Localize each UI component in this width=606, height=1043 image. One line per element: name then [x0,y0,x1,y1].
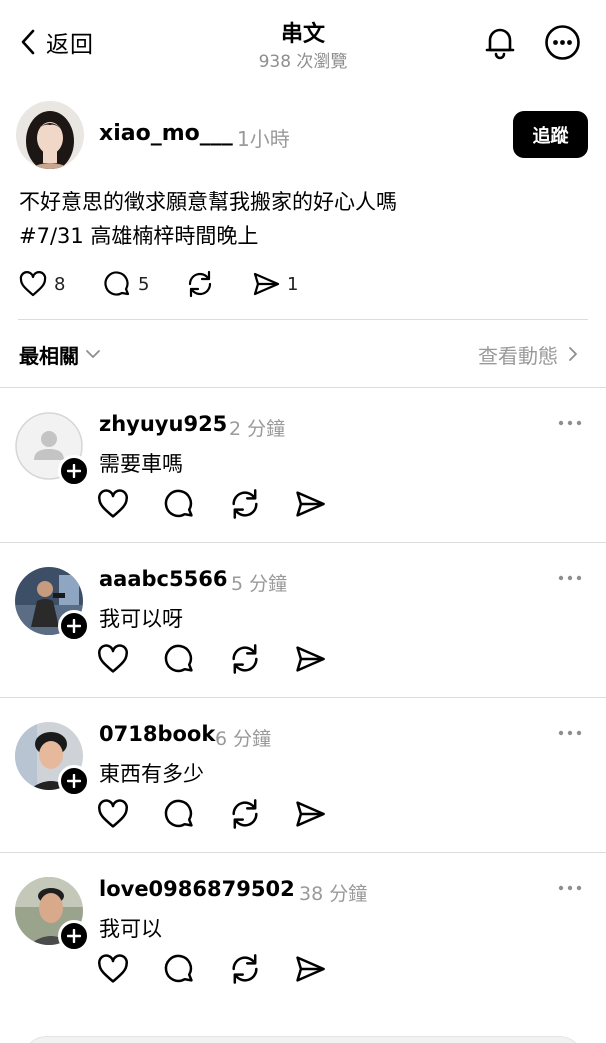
repost-button[interactable] [185,266,215,302]
comment-count: 5 [138,273,150,295]
follow-plus-button[interactable] [58,765,90,797]
reply-item: love0986879502 38 分鐘 我可以 [0,852,606,1007]
repost-icon[interactable] [228,642,262,676]
reply-text: 需要車嗎 [99,452,183,476]
send-icon [253,272,280,296]
reply-item: 0718book 6 分鐘 東西有多少 [0,697,606,852]
repost-icon [188,270,212,298]
view-activity-label: 查看動態 [478,343,558,368]
send-icon[interactable] [293,797,327,831]
reply-time: 5 分鐘 [231,573,288,595]
share-count: 1 [287,273,299,295]
plus-icon [67,619,81,633]
comment-button[interactable]: 5 [102,266,149,302]
reply-text: 我可以呀 [99,607,183,631]
comment-icon [104,271,130,296]
sort-dropdown[interactable]: 最相關 [19,338,101,370]
heart-icon[interactable] [96,952,130,986]
plus-icon [67,774,81,788]
post-actions: 8 5 1 [18,266,418,302]
comment-icon[interactable] [162,487,196,521]
post-time: 1小時 [237,127,290,151]
plus-icon [67,464,81,478]
chevron-right-icon [569,347,577,361]
like-count: 8 [54,273,66,295]
reply-time: 2 分鐘 [229,418,286,440]
send-icon[interactable] [293,487,327,521]
bell-icon[interactable] [482,24,518,60]
more-horizontal-icon[interactable] [555,413,585,433]
repost-icon[interactable] [228,797,262,831]
follow-plus-button[interactable] [58,610,90,642]
more-options-icon[interactable] [544,24,581,61]
follow-plus-button[interactable] [58,920,90,952]
send-icon[interactable] [293,642,327,676]
comment-icon[interactable] [162,952,196,986]
divider [18,319,588,320]
repost-icon[interactable] [228,952,262,986]
more-horizontal-icon[interactable] [555,878,585,898]
more-horizontal-icon[interactable] [555,568,585,588]
reply-time: 6 分鐘 [215,728,272,750]
heart-icon[interactable] [96,487,130,521]
view-activity-link[interactable]: 查看動態 [478,338,578,370]
post-text-line: #7/31 高雄楠梓時間晚上 [19,224,259,248]
reply-username[interactable]: aaabc5566 [99,567,227,591]
heart-icon[interactable] [96,797,130,831]
plus-icon [67,929,81,943]
reply-username[interactable]: 0718book [99,722,215,746]
reply-item: aaabc5566 5 分鐘 我可以呀 [0,542,606,697]
sort-label: 最相關 [19,343,79,368]
more-horizontal-icon[interactable] [555,723,585,743]
chevron-down-icon [86,350,100,358]
comment-icon[interactable] [162,642,196,676]
send-icon[interactable] [293,952,327,986]
avatar-photo [16,101,84,169]
reply-username[interactable]: zhyuyu925 [99,412,227,436]
post-text: 不好意思的徵求願意幫我搬家的好心人嗎 #7/31 高雄楠梓時間晚上 [19,185,397,253]
reply-time: 38 分鐘 [299,883,368,905]
reply-item: zhyuyu925 2 分鐘 需要車嗎 [0,387,606,542]
follow-button[interactable]: 追蹤 [513,111,588,158]
author-username[interactable]: xiao_mo___ [99,121,233,146]
repost-icon[interactable] [228,487,262,521]
top-bar: 返回 串文 938 次瀏覽 [0,0,606,86]
reply-input[interactable] [22,1036,584,1043]
like-button[interactable]: 8 [18,266,65,302]
share-button[interactable]: 1 [251,266,298,302]
author-avatar[interactable] [16,101,84,169]
comment-icon[interactable] [162,797,196,831]
reply-text: 東西有多少 [99,762,204,786]
reply-text: 我可以 [99,917,162,941]
post-text-line: 不好意思的徵求願意幫我搬家的好心人嗎 [19,190,397,214]
reply-username[interactable]: love0986879502 [99,877,295,901]
heart-icon [19,271,47,297]
follow-plus-button[interactable] [58,455,90,487]
heart-icon[interactable] [96,642,130,676]
